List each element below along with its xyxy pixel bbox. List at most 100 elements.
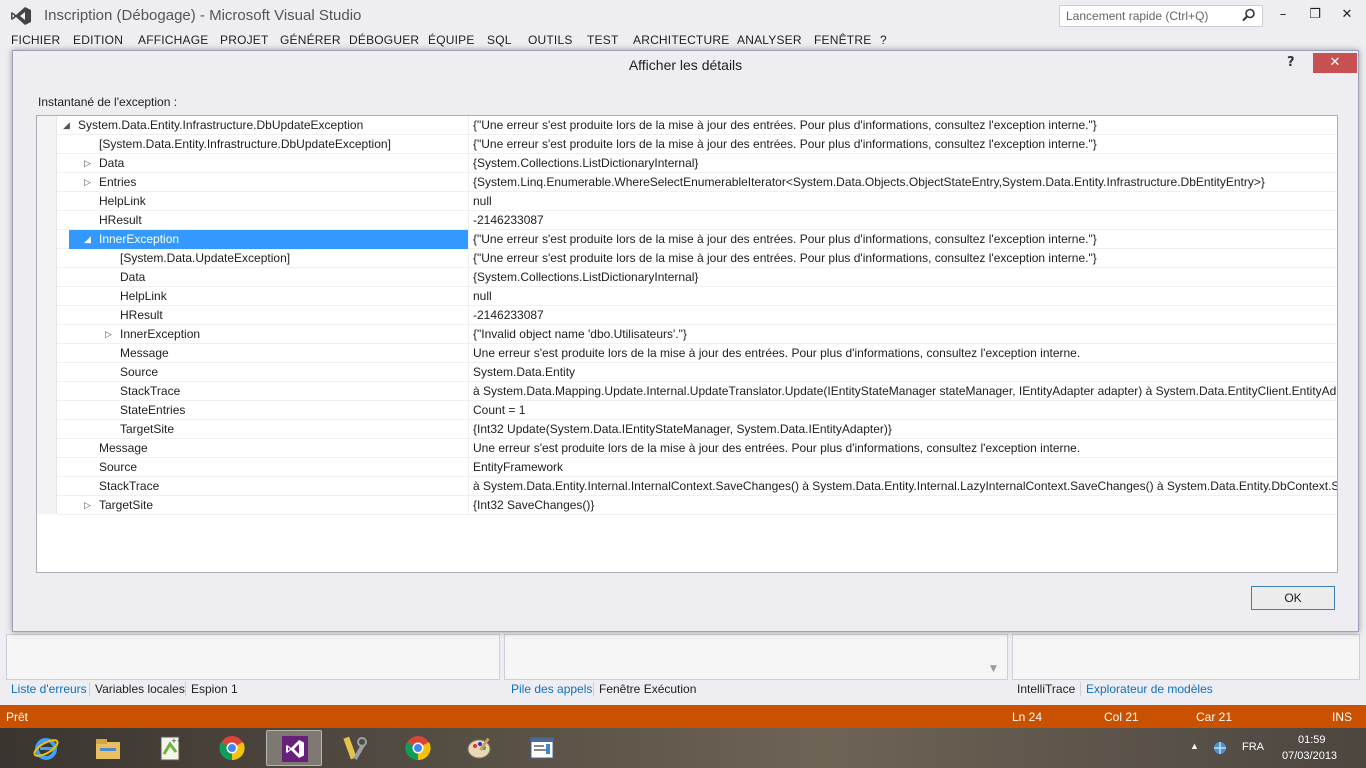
chrome-icon	[405, 736, 431, 761]
tree-row-value: -2146233087	[473, 308, 544, 322]
exception-tree[interactable]: ◢ System.Data.Entity.Infrastructure.DbUpd…	[36, 115, 1338, 573]
tab-error-list[interactable]: Liste d'erreurs	[11, 682, 87, 696]
clock-time[interactable]: 01:59	[1298, 734, 1326, 746]
taskbar-chrome-2[interactable]	[390, 730, 446, 766]
tree-row-value: {Int32 Update(System.Data.IEntityStateMa…	[473, 422, 892, 436]
menu-help[interactable]: ?	[880, 33, 887, 47]
tree-row-value: {"Une erreur s'est produite lors de la m…	[473, 232, 1097, 246]
notepad-plus-icon: ++	[160, 736, 183, 761]
tree-row-value: {System.Collections.ListDictionaryIntern…	[473, 156, 699, 170]
tab-watch-1[interactable]: Espion 1	[185, 682, 238, 696]
menu-equipe[interactable]: ÉQUIPE	[428, 33, 475, 47]
close-window-button[interactable]: ✕	[1330, 4, 1364, 26]
tab-call-stack[interactable]: Pile des appels	[511, 682, 592, 696]
tray-expand-icon[interactable]: ▲	[1190, 741, 1199, 751]
collapse-arrow-icon[interactable]: ◢	[84, 233, 94, 245]
tree-row[interactable]: StateEntries Count = 1	[57, 401, 1337, 420]
taskbar-paint[interactable]	[452, 730, 508, 766]
tree-row[interactable]: HResult -2146233087	[57, 211, 1337, 230]
taskbar-notepad-plus[interactable]: ++	[142, 730, 198, 766]
tab-intellitrace[interactable]: IntelliTrace	[1017, 682, 1075, 696]
language-indicator[interactable]: FRA	[1242, 741, 1264, 753]
taskbar-chrome-1[interactable]	[204, 730, 260, 766]
column-divider	[468, 458, 469, 477]
menu-test[interactable]: TEST	[587, 33, 618, 47]
windows-taskbar: ++ ▲ FRA 01:59 07/03/2013	[0, 728, 1366, 768]
menu-affichage[interactable]: AFFICHAGE	[138, 33, 208, 47]
status-bar: Prêt Ln 24 Col 21 Car 21 INS	[0, 705, 1366, 728]
expand-arrow-icon[interactable]: ▷	[84, 157, 94, 169]
tab-locals[interactable]: Variables locales	[89, 682, 185, 696]
menu-generer[interactable]: GÉNÉRER	[280, 33, 341, 47]
collapse-arrow-icon[interactable]: ◢	[63, 119, 73, 131]
menu-analyser[interactable]: ANALYSER	[737, 33, 802, 47]
expand-arrow-icon[interactable]: ▷	[105, 328, 115, 340]
taskbar-file-explorer[interactable]	[80, 730, 136, 766]
svg-text:++: ++	[171, 737, 183, 745]
tools-icon	[343, 736, 367, 760]
menu-projet[interactable]: PROJET	[220, 33, 269, 47]
tree-row-name: HResult	[120, 308, 163, 322]
taskbar-visual-studio[interactable]	[266, 730, 322, 766]
tree-row-value: -2146233087	[473, 213, 544, 227]
menu-sql[interactable]: SQL	[487, 33, 512, 47]
quick-launch-input[interactable]: Lancement rapide (Ctrl+Q)	[1059, 5, 1263, 27]
status-column: Col 21	[1104, 710, 1139, 724]
chrome-icon	[219, 736, 245, 761]
tree-row-value: Une erreur s'est produite lors de la mis…	[473, 346, 1081, 360]
maximize-button[interactable]: ❐	[1298, 4, 1332, 26]
tree-row-name: InnerException	[99, 232, 180, 246]
tree-row[interactable]: [System.Data.Entity.Infrastructure.DbUpd…	[57, 135, 1337, 154]
column-divider	[468, 249, 469, 268]
menu-architecture[interactable]: ARCHITECTURE	[633, 33, 729, 47]
tool-panel-right	[1012, 634, 1360, 680]
tree-row[interactable]: HResult -2146233087	[57, 306, 1337, 325]
tab-model-explorer[interactable]: Explorateur de modèles	[1080, 682, 1213, 696]
expand-arrow-icon[interactable]: ▷	[84, 176, 94, 188]
dialog-help-button[interactable]: ?	[1287, 55, 1295, 70]
column-divider	[468, 287, 469, 306]
tree-row-value: {"Invalid object name 'dbo.Utilisateurs'…	[473, 327, 687, 341]
tree-row-name: Data	[99, 156, 125, 170]
tree-row[interactable]: HelpLink null	[57, 192, 1337, 211]
tree-row[interactable]: Source EntityFramework	[57, 458, 1337, 477]
tree-row[interactable]: TargetSite {Int32 Update(System.Data.IEnt…	[57, 420, 1337, 439]
menu-fichier[interactable]: FICHIER	[11, 33, 60, 47]
tree-row[interactable]: HelpLink null	[57, 287, 1337, 306]
ok-button[interactable]: OK	[1251, 586, 1335, 610]
tree-row[interactable]: Source System.Data.Entity	[57, 363, 1337, 382]
menu-deboguer[interactable]: DÉBOGUER	[349, 33, 419, 47]
clock-date[interactable]: 07/03/2013	[1282, 750, 1337, 762]
tree-row[interactable]: StackTrace à System.Data.Entity.Internal…	[57, 477, 1337, 496]
menu-fenetre[interactable]: FENÊTRE	[814, 33, 871, 47]
tree-row-value: {"Une erreur s'est produite lors de la m…	[473, 251, 1097, 265]
tree-row[interactable]: Message Une erreur s'est produite lors de…	[57, 344, 1337, 363]
network-icon[interactable]	[1212, 740, 1228, 756]
tree-row[interactable]: Data {System.Collections.ListDictionaryIn…	[57, 268, 1337, 287]
scroll-down-arrow-icon[interactable]: ▼	[990, 664, 997, 674]
bottom-tabstrip: Liste d'erreurs Variables locales Espion…	[0, 680, 1366, 700]
expand-arrow-icon[interactable]: ▷	[84, 499, 94, 511]
tree-row[interactable]: StackTrace à System.Data.Mapping.Update.…	[57, 382, 1337, 401]
dialog-close-button[interactable]: ✕	[1313, 53, 1357, 73]
menu-edition[interactable]: EDITION	[73, 33, 123, 47]
tree-row[interactable]: Message Une erreur s'est produite lors de…	[57, 439, 1337, 458]
minimize-button[interactable]: –	[1266, 4, 1300, 26]
column-divider	[468, 496, 469, 515]
taskbar-internet-explorer[interactable]	[18, 730, 74, 766]
tree-row[interactable]: ▷ Data {System.Collections.ListDictionaryI…	[57, 154, 1337, 173]
quick-launch-placeholder: Lancement rapide (Ctrl+Q)	[1066, 9, 1209, 23]
taskbar-tools[interactable]	[328, 730, 384, 766]
taskbar-window-app[interactable]	[514, 730, 570, 766]
menu-outils[interactable]: OUTILS	[528, 33, 573, 47]
tab-immediate-window[interactable]: Fenêtre Exécution	[593, 682, 696, 696]
tree-row-name: StackTrace	[99, 479, 160, 493]
tree-row-selected[interactable]: ◢ InnerException {"Une erreur s'est produi…	[57, 230, 1337, 249]
tree-row[interactable]: ▷ Entries {System.Linq.Enumerable.WhereSel…	[57, 173, 1337, 192]
tree-row[interactable]: ▷ TargetSite {Int32 SaveChanges()}	[57, 496, 1337, 515]
tree-row[interactable]: [System.Data.UpdateException] {"Une erreu…	[57, 249, 1337, 268]
tree-row[interactable]: ▷ InnerException {"Invalid object name 'db…	[57, 325, 1337, 344]
column-divider	[468, 192, 469, 211]
visual-studio-logo-icon	[11, 7, 31, 25]
tree-row[interactable]: ◢ System.Data.Entity.Infrastructure.DbUpd…	[57, 116, 1337, 135]
